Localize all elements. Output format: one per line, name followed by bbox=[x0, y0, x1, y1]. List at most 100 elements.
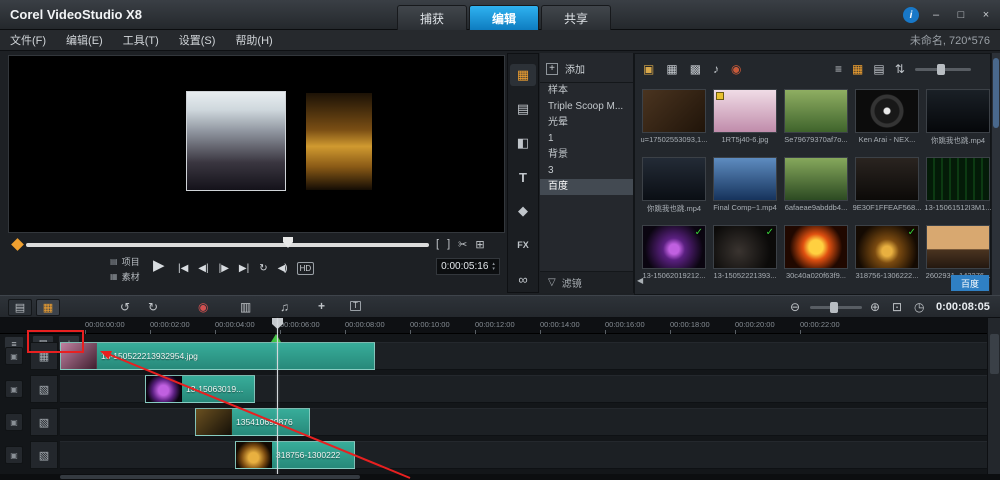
redo-icon[interactable]: ↻ bbox=[148, 301, 158, 313]
menu-help[interactable]: 帮助(H) bbox=[235, 32, 272, 48]
timeline-clip-2[interactable]: 13-15063019... bbox=[145, 375, 255, 403]
info-icon[interactable]: i bbox=[903, 7, 919, 23]
mark-out-button[interactable]: ] bbox=[447, 238, 450, 251]
show-videos-icon[interactable]: ▦ bbox=[666, 62, 677, 76]
track-handle-icon[interactable]: ▣ bbox=[5, 347, 23, 365]
list-view-icon[interactable]: ≡ bbox=[835, 62, 842, 76]
category-3[interactable]: 3 bbox=[540, 163, 633, 179]
library-item[interactable]: 30c40a020f63f9... bbox=[781, 225, 851, 280]
timeline-zoom-handle[interactable] bbox=[830, 302, 838, 313]
trim-start-marker[interactable] bbox=[11, 238, 24, 251]
next-frame-button[interactable]: |▶ bbox=[219, 264, 229, 274]
timeline-zoom-slider[interactable] bbox=[810, 306, 862, 309]
library-item[interactable]: 你跳我也跳.mp4 bbox=[639, 157, 709, 214]
mode-project[interactable]: ▤ 项目 bbox=[110, 255, 140, 268]
transition-icon[interactable]: ◧ bbox=[510, 132, 536, 154]
library-item[interactable]: 6afaeae9abddb4... bbox=[781, 157, 851, 212]
collapse-panel-button[interactable]: ◀ bbox=[637, 276, 643, 285]
library-item[interactable]: 2602931_142276... bbox=[923, 225, 993, 280]
prev-frame-button[interactable]: ◀| bbox=[198, 264, 208, 274]
library-filter-button[interactable]: ▽ 滤镜 bbox=[540, 271, 633, 293]
grid-view-icon[interactable]: ▤ bbox=[873, 62, 884, 76]
timeline-hscrollbar[interactable] bbox=[0, 474, 1000, 480]
library-item[interactable]: Final Comp~1.mp4 bbox=[710, 157, 780, 212]
minimize-button[interactable]: – bbox=[928, 7, 944, 23]
repeat-button[interactable]: ↻ bbox=[259, 264, 267, 274]
library-item[interactable]: Se79679370af7o... bbox=[781, 89, 851, 144]
track-header-overlay2[interactable]: ▧ bbox=[30, 408, 58, 436]
hd-toggle[interactable]: HD bbox=[297, 262, 315, 275]
timeline-scrollbar-thumb[interactable] bbox=[990, 334, 999, 374]
category-background[interactable]: 背景 bbox=[540, 147, 633, 163]
library-item[interactable]: u=17502553093,1... bbox=[639, 89, 709, 144]
category-triple-scoop[interactable]: Triple Scoop M... bbox=[540, 99, 633, 115]
maximize-button[interactable]: □ bbox=[953, 7, 969, 23]
capture-icon[interactable]: ◉ bbox=[731, 62, 741, 76]
menu-edit[interactable]: 编辑(E) bbox=[66, 32, 103, 48]
track-header-video[interactable]: ▦ bbox=[30, 342, 58, 370]
graphic-icon[interactable]: ◆ bbox=[510, 200, 536, 222]
timeline-scrollbar[interactable] bbox=[987, 318, 1000, 480]
track-lane-overlay3[interactable] bbox=[60, 441, 987, 469]
timeline-clip-1[interactable]: 13-150522213932954.jpg bbox=[60, 342, 375, 370]
go-end-button[interactable]: ▶| bbox=[239, 264, 249, 274]
filter-icon[interactable]: FX bbox=[510, 234, 536, 256]
path-icon[interactable]: ∞ bbox=[510, 268, 536, 290]
seek-bar[interactable] bbox=[26, 243, 429, 247]
thumbnail-size-slider[interactable] bbox=[915, 68, 971, 71]
add-folder-button[interactable]: + 添加 bbox=[540, 53, 633, 83]
show-audio-icon[interactable]: ♪ bbox=[713, 62, 719, 76]
library-item[interactable]: 1RT5j40-6.jpg bbox=[710, 89, 780, 144]
timeline-ruler[interactable]: 00:00:00:00 00:00:02:00 00:00:04:00 00:0… bbox=[0, 318, 1000, 334]
library-item[interactable]: 你跳我也跳.mp4 bbox=[923, 89, 993, 146]
menu-file[interactable]: 文件(F) bbox=[10, 32, 46, 48]
media-icon[interactable]: ▦ bbox=[510, 64, 536, 86]
motion-tracking-icon[interactable]: + bbox=[318, 300, 325, 312]
timecode-spinner[interactable]: ▴ ▾ bbox=[492, 262, 495, 272]
sort-icon[interactable]: ⇅ bbox=[895, 62, 905, 76]
menu-tools[interactable]: 工具(T) bbox=[123, 32, 159, 48]
clock-icon[interactable]: ◷ bbox=[914, 301, 924, 313]
track-handle-icon[interactable]: ▣ bbox=[5, 446, 23, 464]
instant-project-icon[interactable]: ▤ bbox=[510, 98, 536, 120]
close-button[interactable]: × bbox=[978, 7, 994, 23]
subtitle-editor-icon[interactable]: T bbox=[350, 301, 361, 311]
mark-in-button[interactable]: [ bbox=[436, 238, 439, 251]
menu-settings[interactable]: 设置(S) bbox=[179, 32, 216, 48]
split-clip-button[interactable]: ✂ bbox=[458, 238, 467, 251]
zoom-out-icon[interactable]: ⊖ bbox=[790, 301, 800, 313]
tab-share[interactable]: 共享 bbox=[541, 5, 611, 30]
import-folder-icon[interactable]: ▣ bbox=[643, 62, 654, 76]
timeline-view-button[interactable]: ▦ bbox=[36, 299, 60, 316]
library-item[interactable]: 13-15061512I3M1... bbox=[923, 157, 993, 212]
tab-edit[interactable]: 编辑 bbox=[469, 5, 539, 30]
auto-music-icon[interactable]: ♫ bbox=[280, 301, 289, 313]
track-handle-icon[interactable]: ▣ bbox=[5, 380, 23, 398]
mode-clip[interactable]: ▦ 素材 bbox=[110, 270, 140, 283]
library-item[interactable]: 9E30F1FFEAF568... bbox=[852, 157, 922, 212]
track-header-overlay3[interactable]: ▧ bbox=[30, 441, 58, 469]
track-header-overlay1[interactable]: ▧ bbox=[30, 375, 58, 403]
go-start-button[interactable]: |◀ bbox=[178, 264, 188, 274]
storyboard-view-button[interactable]: ▤ bbox=[8, 299, 32, 316]
track-handle-icon[interactable]: ▣ bbox=[5, 413, 23, 431]
library-scrollbar-thumb[interactable] bbox=[993, 58, 999, 128]
library-item[interactable]: Ken Arai - NEX... bbox=[852, 89, 922, 144]
tab-capture[interactable]: 捕获 bbox=[397, 5, 467, 30]
category-flare[interactable]: 光晕 bbox=[540, 115, 633, 131]
library-scrollbar[interactable] bbox=[991, 53, 1000, 295]
library-item[interactable]: ✓ 13-15052221393... bbox=[710, 225, 780, 280]
category-1[interactable]: 1 bbox=[540, 131, 633, 147]
library-item[interactable]: ✓ 13-15062019212... bbox=[639, 225, 709, 280]
timeline-hscrollbar-thumb[interactable] bbox=[60, 475, 360, 479]
undo-icon[interactable]: ↺ bbox=[120, 301, 130, 313]
library-item[interactable]: ✓ 318756-1306222... bbox=[852, 225, 922, 280]
preview-timecode[interactable]: 0:00:05:16 ▴ ▾ bbox=[436, 258, 500, 275]
volume-button[interactable]: ◀) bbox=[278, 264, 287, 274]
fit-project-icon[interactable]: ⊡ bbox=[892, 301, 902, 313]
timeline-clip-4[interactable]: 318756-1300222 bbox=[235, 441, 355, 469]
category-sample[interactable]: 样本 bbox=[540, 83, 633, 99]
sound-mixer-icon[interactable]: ▥ bbox=[240, 301, 251, 313]
timeline-clip-3[interactable]: 135410699876 bbox=[195, 408, 310, 436]
play-button[interactable]: ▶ bbox=[153, 258, 165, 273]
